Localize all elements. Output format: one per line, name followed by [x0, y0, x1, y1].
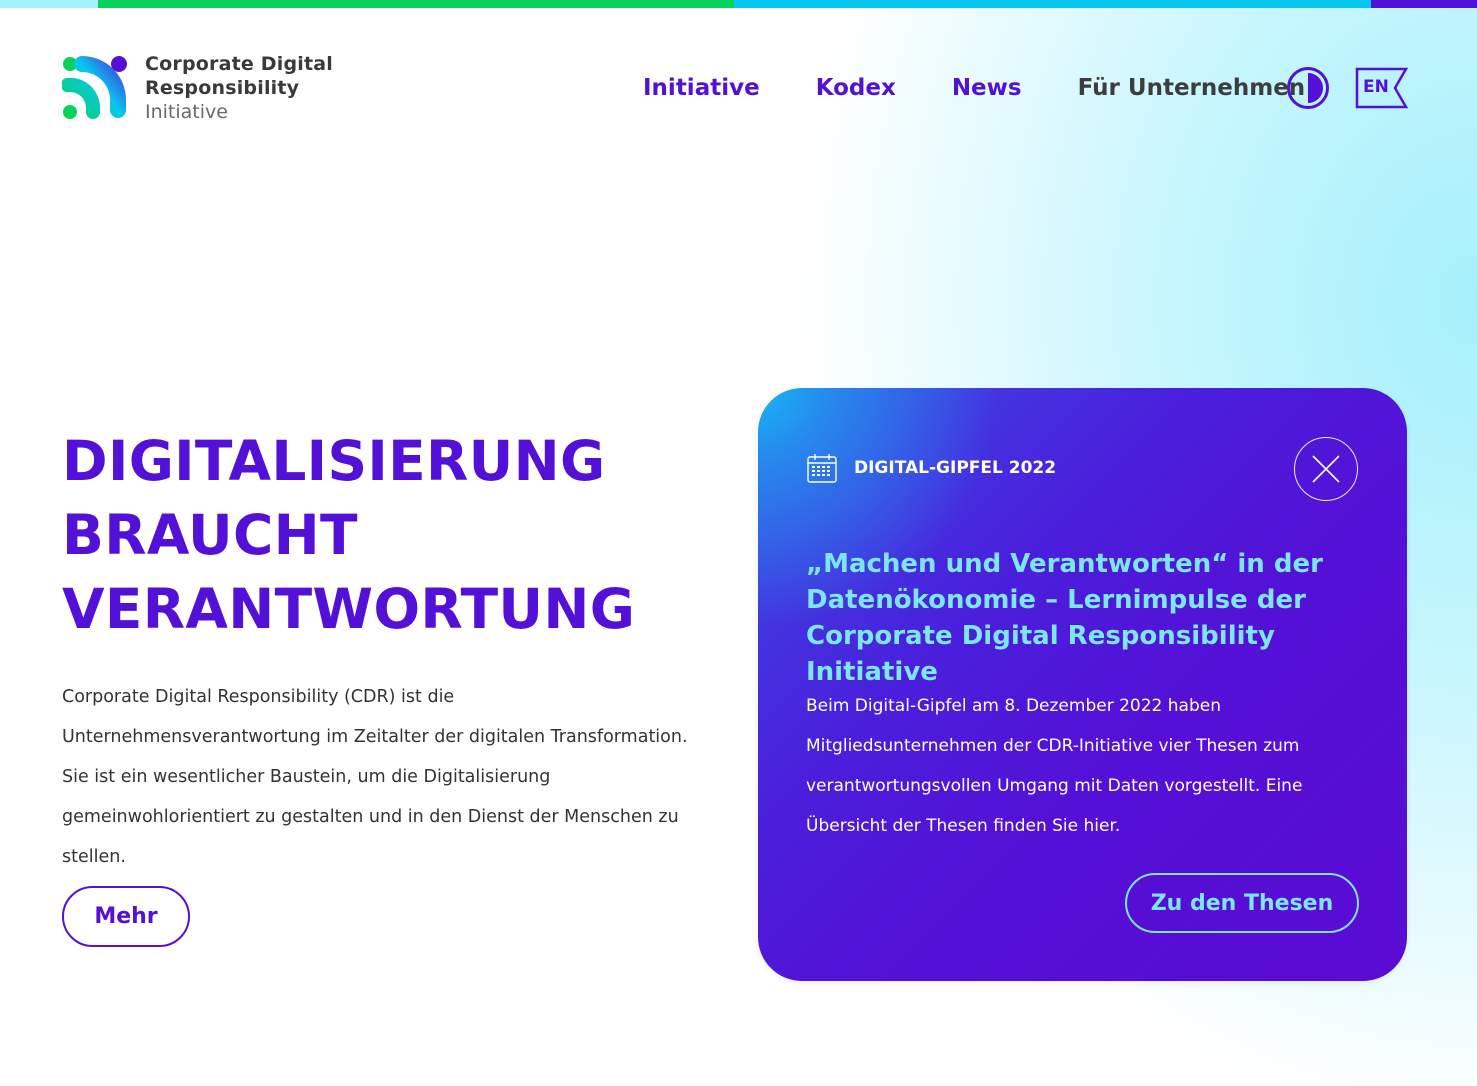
hero-description: Corporate Digital Responsibility (CDR) i… — [62, 687, 688, 867]
logo-text: Corporate Digital Responsibility Initiat… — [145, 52, 333, 124]
site-logo[interactable]: Corporate Digital Responsibility Initiat… — [62, 52, 333, 124]
page: Corporate Digital Responsibility Initiat… — [0, 0, 1477, 1086]
logo-line-2: Responsibility — [145, 77, 300, 99]
top-bar-segment — [98, 0, 734, 8]
calendar-icon — [807, 454, 837, 483]
top-bar-segment — [1371, 0, 1477, 8]
card-category-label: DIGITAL-GIPFEL 2022 — [854, 458, 1057, 478]
card-title: „Machen und Verantworten“ in der Datenök… — [806, 549, 1323, 687]
nav-item-kodex[interactable]: Kodex — [816, 75, 896, 101]
contrast-toggle-button[interactable] — [1287, 67, 1329, 109]
logo-line-3: Initiative — [145, 101, 228, 123]
main-nav: Initiative Kodex News Für Unternehmen — [643, 70, 1305, 106]
logo-line-1: Corporate Digital — [145, 53, 334, 75]
top-color-bar — [0, 0, 1477, 8]
language-switch-button[interactable]: EN — [1355, 67, 1409, 109]
hero-title: DIGITALISIERUNG BRAUCHT VERANTWORTUNG — [62, 424, 742, 646]
contrast-icon — [1308, 73, 1323, 103]
card-description: Beim Digital-Gipfel am 8. Dezember 2022 … — [806, 696, 1303, 836]
top-bar-segment — [734, 0, 1371, 8]
logo-mark-icon — [62, 56, 127, 119]
close-icon — [1311, 454, 1340, 483]
zu-den-thesen-button[interactable]: Zu den Thesen — [1125, 873, 1359, 933]
nav-item-initiative[interactable]: Initiative — [643, 75, 760, 101]
nav-item-news[interactable]: News — [952, 75, 1022, 101]
teaser-card: DIGITAL-GIPFEL 2022 „Machen und Verantwo… — [758, 388, 1407, 981]
top-bar-segment — [0, 0, 98, 8]
nav-item-fuer-unternehmen[interactable]: Für Unternehmen — [1078, 75, 1306, 101]
hero-title-line: BRAUCHT — [62, 503, 358, 567]
hero-title-line: VERANTWORTUNG — [62, 577, 636, 641]
language-label: EN — [1363, 77, 1389, 97]
card-category: DIGITAL-GIPFEL 2022 — [806, 452, 1056, 484]
card-close-button[interactable] — [1294, 437, 1358, 501]
mehr-button[interactable]: Mehr — [62, 886, 190, 947]
hero-title-line: DIGITALISIERUNG — [62, 429, 606, 493]
